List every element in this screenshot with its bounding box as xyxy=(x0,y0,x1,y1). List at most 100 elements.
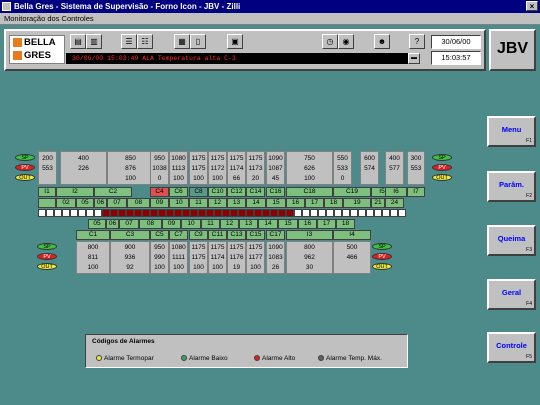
top-value: 100 xyxy=(193,175,204,182)
menu-button-label: Menu xyxy=(501,125,522,134)
alarm-legend: Códigos de Alarmes Alarme Termopar Alarm… xyxy=(85,334,408,368)
led-legend-top-right: SP PV OUT xyxy=(432,154,452,184)
belt-segment xyxy=(294,209,302,217)
top-position-02: 02 xyxy=(56,198,76,208)
pv-indicator: PV xyxy=(15,164,35,171)
top-value: 0 xyxy=(340,175,345,182)
list-icon[interactable]: ☰ xyxy=(121,34,137,49)
queima-button[interactable]: Queima F3 xyxy=(487,225,536,256)
legend-item: Alarme Temp. Máx. xyxy=(318,355,382,362)
belt-segment xyxy=(334,209,342,217)
date-display: 30/06/00 xyxy=(431,35,481,49)
bottom-value-column: 1080 1111 100 xyxy=(169,241,188,274)
belt-segment xyxy=(382,209,390,217)
queima-button-label: Queima xyxy=(497,234,526,243)
top-position-21: 21 xyxy=(371,198,385,208)
bottom-value: 990 xyxy=(154,254,165,261)
top-value: 574 xyxy=(364,165,375,172)
chart-icon[interactable]: ▦ xyxy=(174,34,190,49)
top-zone-i2: I2 xyxy=(56,187,94,197)
detail-list-icon[interactable]: ☷ xyxy=(137,34,153,49)
belt-segment xyxy=(214,209,222,217)
top-position-06: 06 xyxy=(94,198,107,208)
bottom-value: 1080 xyxy=(171,244,186,251)
bottom-position-11: 11 xyxy=(201,219,220,229)
legend-label: Alarme Alto xyxy=(262,355,296,362)
controle-button[interactable]: Controle F5 xyxy=(487,332,536,363)
menu-button[interactable]: Menu F1 xyxy=(487,116,536,147)
clock-icon[interactable]: ◷ xyxy=(322,34,338,49)
bottom-position-16: 16 xyxy=(298,219,317,229)
top-position-13: 13 xyxy=(227,198,246,208)
top-value: 400 xyxy=(389,155,400,162)
bottom-value-column: 500 466 xyxy=(333,241,371,274)
belt-segment xyxy=(174,209,182,217)
close-button[interactable]: × xyxy=(526,1,538,11)
document-icon[interactable]: ▯ xyxy=(190,34,206,49)
bottom-value-column: 1175 1174 100 xyxy=(208,241,227,274)
menu-key: F1 xyxy=(526,138,532,144)
company-logo: BELLA GRES xyxy=(9,35,65,64)
alarm-message-bar: 30/06/00 15:03:49 ALA Temperatura alta C… xyxy=(66,53,420,64)
top-value: 750 xyxy=(304,155,315,162)
top-value: 1090 xyxy=(268,155,283,162)
top-value: 1175 xyxy=(248,155,263,162)
top-zone-c6: C6 xyxy=(169,187,188,197)
legend-label: Alarme Temp. Máx. xyxy=(326,355,382,362)
top-position-12: 12 xyxy=(208,198,227,208)
bottom-value: 100 xyxy=(193,264,204,271)
top-value: 1113 xyxy=(171,165,186,172)
top-value-column: 1175 1174 66 xyxy=(227,151,246,185)
top-value: 600 xyxy=(364,155,375,162)
belt-segment xyxy=(54,209,62,217)
print-icon[interactable]: ▤ xyxy=(70,34,86,49)
bottom-value-column: 1175 1176 19 xyxy=(227,241,246,274)
bottom-value: 962 xyxy=(304,254,315,261)
param-button[interactable]: Parâm. F2 xyxy=(487,171,536,202)
top-value-column: 1090 1087 45 xyxy=(266,151,285,185)
top-value: 950 xyxy=(154,155,165,162)
top-value: 1175 xyxy=(191,155,206,162)
top-value: 200 xyxy=(42,155,53,162)
report-icon[interactable]: ▥ xyxy=(86,34,102,49)
alarm-scroll-button[interactable]: ▬ xyxy=(408,53,420,64)
bottom-value: 100 xyxy=(87,264,99,271)
bottom-value: 500 xyxy=(346,244,358,251)
help-icon[interactable]: ? xyxy=(409,34,425,49)
bottom-value: 1176 xyxy=(229,254,244,261)
alarm-clock-icon[interactable]: ◉ xyxy=(338,34,354,49)
top-value-column: 850 876 100 xyxy=(107,151,154,185)
top-position-09: 09 xyxy=(150,198,169,208)
alarm-dot-icon xyxy=(96,355,102,361)
belt-segment xyxy=(102,209,110,217)
geral-button[interactable]: Geral F4 xyxy=(487,279,536,310)
alarm-dot-icon xyxy=(181,355,187,361)
bottom-value-column: 950 990 100 xyxy=(150,241,169,274)
zone-i1: I1 xyxy=(38,187,56,197)
top-position-24: 24 xyxy=(385,198,404,208)
top-value: 300 xyxy=(410,155,422,162)
bottom-zone-i4: I4 xyxy=(333,230,371,240)
bottom-position-18: 18 xyxy=(336,219,355,229)
belt-segment xyxy=(278,209,286,217)
belt-segment xyxy=(374,209,382,217)
top-position-08: 08 xyxy=(127,198,150,208)
database-icon[interactable]: ▣ xyxy=(227,34,243,49)
top-zone-i7: I7 xyxy=(407,187,425,197)
belt-segment xyxy=(222,209,230,217)
legend-item: Alarme Termopar xyxy=(96,355,154,362)
bottom-value: 100 xyxy=(212,264,223,271)
top-position-19: 19 xyxy=(343,198,371,208)
top-zone-c10: C10 xyxy=(208,187,227,197)
bottom-value: 100 xyxy=(154,264,165,271)
bottom-position-05: 05 xyxy=(88,219,106,229)
belt-segment xyxy=(62,209,70,217)
top-value: 100 xyxy=(125,175,136,182)
operator-icon[interactable]: ☻ xyxy=(374,34,390,49)
top-value: 550 xyxy=(337,155,348,162)
pv-indicator: PV xyxy=(432,164,452,171)
belt-segment xyxy=(182,209,190,217)
top-value-column: 1175 1173 20 xyxy=(246,151,265,185)
top-value: 1172 xyxy=(210,165,225,172)
alarm-dot-icon xyxy=(254,355,260,361)
